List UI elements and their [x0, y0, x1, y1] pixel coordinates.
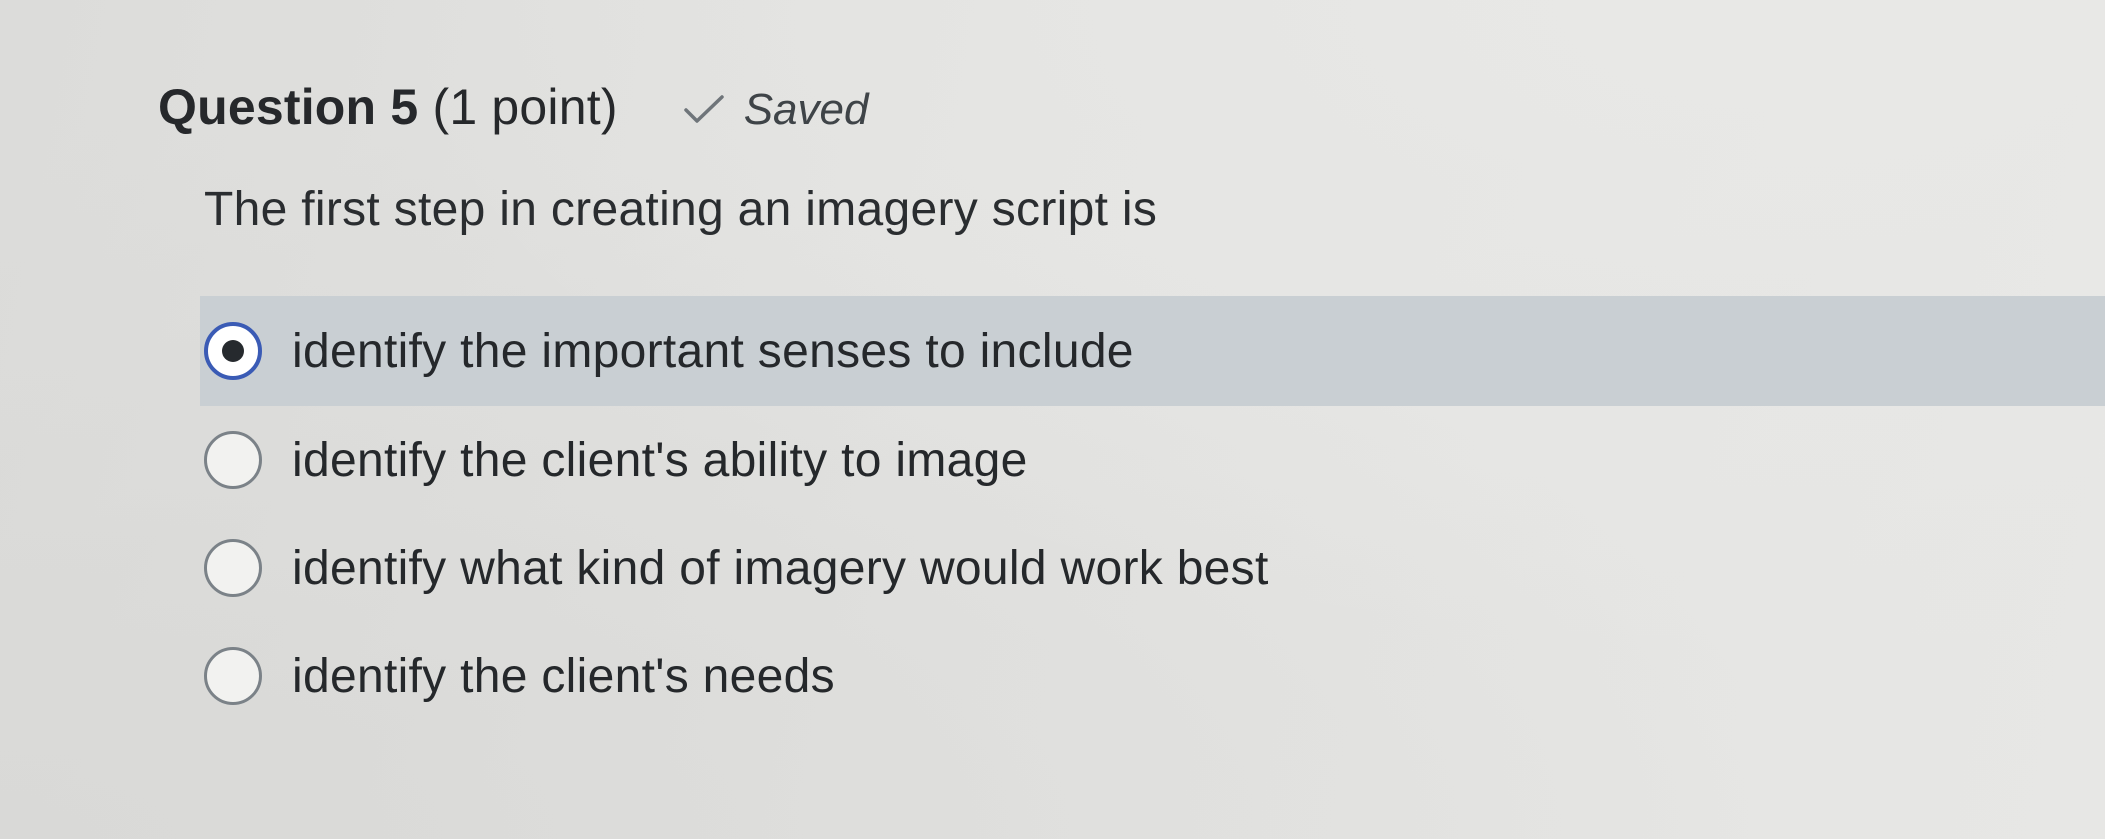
answer-option-1[interactable]: identify the important senses to include [200, 296, 2105, 406]
radio-button[interactable] [204, 431, 262, 489]
answer-label: identify the client's needs [292, 649, 835, 703]
answer-list: identify the important senses to include… [200, 296, 2105, 730]
checkmark-icon [683, 95, 724, 123]
saved-label: Saved [743, 85, 869, 134]
answer-label: identify the client's ability to image [292, 433, 1028, 487]
radio-button-selected[interactable] [204, 322, 262, 380]
answer-option-3[interactable]: identify what kind of imagery would work… [200, 514, 2105, 622]
radio-button[interactable] [204, 647, 262, 705]
question-text: The first step in creating an imagery sc… [204, 183, 1158, 236]
radio-dot-icon [222, 340, 244, 362]
answer-label: identify the important senses to include [292, 324, 1134, 378]
question-points: (1 point) [432, 79, 618, 135]
radio-button[interactable] [204, 539, 262, 597]
quiz-question: Question 5 (1 point) Saved The first ste… [0, 0, 2105, 839]
answer-label: identify what kind of imagery would work… [292, 541, 1269, 595]
answer-option-4[interactable]: identify the client's needs [200, 622, 2105, 730]
saved-status: Saved [682, 85, 869, 135]
question-title: Question 5 (1 point) [158, 78, 618, 136]
answer-option-2[interactable]: identify the client's ability to image [200, 406, 2105, 514]
question-header: Question 5 (1 point) Saved [158, 72, 868, 142]
question-number: Question 5 [158, 79, 419, 135]
